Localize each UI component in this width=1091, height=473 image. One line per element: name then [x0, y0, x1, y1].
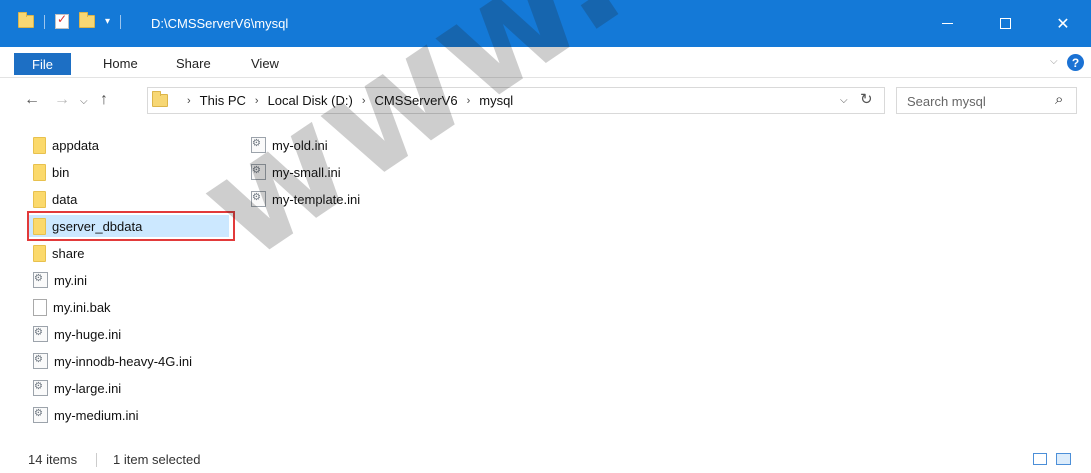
address-dropdown-icon[interactable]: ⌵	[840, 95, 848, 106]
list-item-label: my.ini	[54, 272, 87, 288]
list-item-label: data	[52, 191, 78, 207]
navigation-bar: ← → ⌵ ↑ › This PC › Local Disk (D:) › CM…	[0, 78, 1091, 124]
list-item[interactable]: my-large.ini	[29, 377, 229, 399]
folder-icon	[33, 244, 46, 262]
breadcrumb-this-pc[interactable]: This PC	[200, 93, 246, 108]
list-item-label: my-old.ini	[272, 137, 328, 153]
up-arrow-icon[interactable]: ↑	[100, 91, 108, 109]
config-file-icon	[33, 326, 48, 342]
config-file-icon	[33, 353, 48, 369]
list-item[interactable]: my-old.ini	[247, 134, 387, 156]
new-folder-icon[interactable]	[79, 12, 95, 28]
folder-icon	[152, 91, 168, 107]
list-item-label: appdata	[52, 137, 99, 153]
breadcrumb-cmsserverv6[interactable]: CMSServerV6	[375, 93, 458, 108]
details-view-icon[interactable]	[1033, 453, 1047, 465]
config-file-icon	[251, 137, 266, 153]
item-count: 14 items	[28, 452, 78, 467]
list-item[interactable]: bin	[29, 161, 229, 183]
list-item-label: my-small.ini	[272, 164, 341, 180]
chevron-right-icon[interactable]: ›	[362, 95, 366, 107]
file-icon	[33, 298, 47, 316]
minimize-button[interactable]	[918, 0, 976, 47]
list-item-label: my.ini.bak	[53, 299, 111, 315]
list-item[interactable]: my-innodb-heavy-4G.ini	[29, 350, 229, 372]
help-icon[interactable]: ?	[1067, 54, 1084, 71]
minimize-icon	[941, 23, 953, 24]
properties-icon[interactable]	[55, 12, 69, 29]
status-bar: 14 items 1 item selected	[0, 447, 1091, 473]
ribbon: File Home Share View ⌵ ?	[0, 47, 1091, 78]
folder-icon	[33, 136, 46, 154]
config-file-icon	[251, 191, 266, 207]
toolbar-divider	[44, 14, 45, 29]
list-item[interactable]: my.ini	[29, 269, 229, 291]
maximize-button[interactable]	[976, 0, 1034, 47]
breadcrumb: › This PC › Local Disk (D:) › CMSServerV…	[178, 93, 513, 108]
list-item-label: my-large.ini	[54, 380, 122, 396]
list-item[interactable]: my.ini.bak	[29, 296, 229, 318]
selection-count: 1 item selected	[113, 452, 201, 467]
chevron-right-icon[interactable]: ›	[187, 95, 191, 107]
close-icon: ✕	[1056, 15, 1070, 33]
config-file-icon	[33, 272, 48, 288]
maximize-icon	[999, 18, 1011, 29]
chevron-right-icon[interactable]: ›	[467, 95, 471, 107]
address-bar[interactable]: › This PC › Local Disk (D:) › CMSServerV…	[147, 87, 885, 114]
search-input[interactable]: Search mysql ⌕	[896, 87, 1077, 114]
search-placeholder: Search mysql	[907, 94, 986, 109]
list-item[interactable]: data	[29, 188, 229, 210]
folder-icon	[18, 12, 34, 28]
chevron-right-icon[interactable]: ›	[255, 95, 259, 107]
tab-view[interactable]: View	[251, 56, 279, 71]
config-file-icon	[33, 407, 48, 423]
forward-arrow-icon[interactable]: →	[54, 91, 70, 109]
back-arrow-icon[interactable]: ←	[24, 91, 40, 109]
highlight-box	[27, 211, 235, 241]
list-item[interactable]: my-template.ini	[247, 188, 387, 210]
list-item-label: my-template.ini	[272, 191, 361, 207]
config-file-icon	[251, 164, 266, 180]
folder-icon	[33, 190, 46, 208]
customize-toolbar-icon[interactable]: ▾	[105, 16, 110, 27]
tab-file[interactable]: File	[14, 53, 71, 75]
refresh-icon[interactable]: ↻	[860, 90, 873, 108]
recent-locations-icon[interactable]: ⌵	[80, 96, 88, 107]
window-title: D:\CMSServerV6\mysql	[151, 16, 289, 31]
list-item[interactable]: appdata	[29, 134, 229, 156]
large-icons-view-icon[interactable]	[1056, 453, 1071, 465]
list-item[interactable]: my-huge.ini	[29, 323, 229, 345]
list-item-label: my-medium.ini	[54, 407, 139, 423]
expand-ribbon-icon[interactable]: ⌵	[1050, 56, 1058, 67]
list-item-label: my-innodb-heavy-4G.ini	[54, 353, 193, 369]
breadcrumb-mysql[interactable]: mysql	[479, 93, 513, 108]
list-item[interactable]: my-medium.ini	[29, 404, 229, 426]
config-file-icon	[33, 380, 48, 396]
tab-share[interactable]: Share	[176, 56, 211, 71]
close-button[interactable]: ✕	[1034, 0, 1091, 47]
quick-access-toolbar: ▾	[18, 12, 122, 29]
list-item-label: bin	[52, 164, 70, 180]
list-item-label: share	[52, 245, 85, 261]
folder-icon	[33, 163, 46, 181]
title-bar: ▾ D:\CMSServerV6\mysql ✕	[0, 0, 1091, 47]
breadcrumb-local-disk[interactable]: Local Disk (D:)	[268, 93, 353, 108]
list-item[interactable]: share	[29, 242, 229, 264]
list-item[interactable]: my-small.ini	[247, 161, 387, 183]
toolbar-divider	[120, 14, 122, 29]
status-divider	[96, 453, 97, 467]
list-item-label: my-huge.ini	[54, 326, 122, 342]
search-icon[interactable]: ⌕	[1055, 91, 1063, 108]
tab-home[interactable]: Home	[103, 56, 138, 71]
